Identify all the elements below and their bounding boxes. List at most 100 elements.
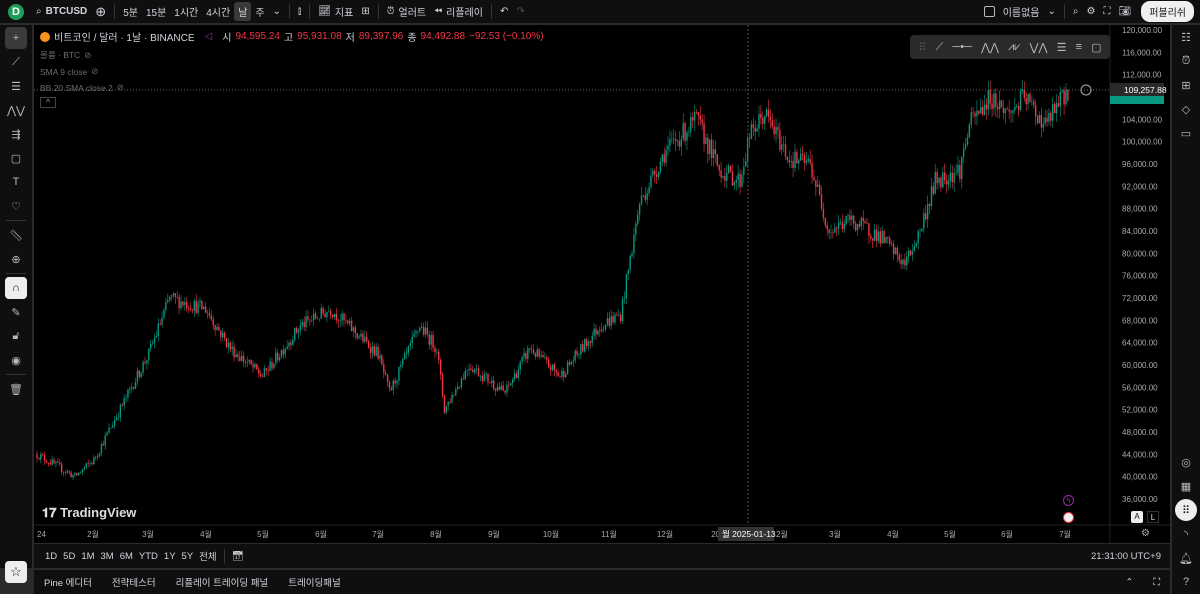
user-avatar[interactable]: D — [8, 3, 24, 20]
alarm-clock-icon[interactable]: ⏰︎ — [1175, 50, 1197, 72]
goto-date-icon[interactable]: 📅︎ — [229, 551, 247, 562]
indicators-button[interactable]: 📈︎ 지표 — [314, 2, 357, 21]
eye-off-icon[interactable]: ⊘ — [117, 82, 124, 93]
candle-body — [330, 311, 332, 315]
interval-1d[interactable]: 날 — [234, 2, 252, 21]
add-list-icon[interactable]: ⊞ — [1175, 74, 1197, 96]
projection-icon: ⇶ — [11, 128, 21, 141]
eye-off-icon[interactable]: ⊘ — [91, 66, 98, 77]
trendline-tool[interactable]: ⟋ — [5, 51, 27, 73]
measure-tool[interactable]: 📏︎ — [5, 224, 27, 246]
settings-button[interactable]: ⚙︎ — [1083, 2, 1100, 21]
candle-body — [788, 160, 791, 163]
range-6m[interactable]: 6M — [117, 551, 136, 562]
candle-body — [311, 320, 313, 321]
quick-search-button[interactable]: ⌕ — [1069, 2, 1083, 21]
maximize-panel-icon[interactable]: ⛶ — [1153, 577, 1160, 588]
log-scale-button[interactable]: L — [1147, 511, 1159, 523]
interval-5m[interactable]: 5분 — [119, 2, 142, 21]
add-alert-plus-icon[interactable] — [1080, 84, 1092, 96]
layout-name-dropdown[interactable]: 이름없음 ⌄ — [999, 2, 1060, 21]
interval-dropdown[interactable]: ⌄ — [269, 2, 285, 21]
interval-4h[interactable]: 4시간 — [202, 2, 234, 21]
favorites-button[interactable]: ☆ — [5, 561, 27, 583]
regression-icon[interactable]: ≡ — [1076, 41, 1082, 53]
clock-timezone[interactable]: 21:31:00 UTC+9 — [1088, 551, 1164, 562]
candle-body — [976, 110, 978, 117]
tab-pine-editor[interactable]: Pine 에디터 — [44, 575, 92, 589]
interval-1h[interactable]: 1시간 — [170, 2, 202, 21]
tab-trading-panel[interactable]: 트레이딩패널 — [288, 575, 340, 589]
symbol-title[interactable]: 비트코인 / 달러 · 1날 · BINANCE — [54, 29, 195, 44]
tab-strategy-tester[interactable]: 전략테스터 — [112, 575, 156, 589]
abcd-pattern-icon[interactable]: ⋁⋀ — [1030, 41, 1048, 54]
fullscreen-button[interactable]: ⛶ — [1099, 2, 1114, 21]
symbol-search[interactable]: ⌕ BTCUSD — [32, 2, 91, 21]
zoom-tool[interactable]: ⊕ — [5, 248, 27, 270]
event-icon[interactable]: ϟ — [1063, 495, 1074, 506]
undo-button[interactable]: ↶ — [496, 2, 512, 21]
candle-body — [904, 259, 906, 266]
horizontal-ray-icon[interactable]: ─•─ — [952, 41, 971, 53]
indicator-bb[interactable]: BB 20 SMA close 2 ⊘ — [40, 82, 544, 93]
redo-button[interactable]: ↷ — [512, 2, 528, 21]
auto-scale-button[interactable]: A — [1131, 511, 1143, 523]
pattern-tool[interactable]: ⋀⋁ — [5, 99, 27, 121]
alert-button[interactable]: ⏰︎ 얼러트 — [383, 2, 430, 21]
head-shoulders-icon[interactable]: ⋀⋀ — [981, 41, 999, 54]
indicator-sma[interactable]: SMA 9 close ⊘ — [40, 66, 544, 77]
stay-in-drawing-mode[interactable]: ✎ — [5, 301, 27, 323]
replay-button[interactable]: ⏪︎ 리플레이 — [430, 2, 487, 21]
hide-drawings[interactable]: ◉ — [5, 349, 27, 371]
layers-icon[interactable]: ◇ — [1175, 98, 1197, 120]
trendline-icon[interactable]: ⟋ — [936, 41, 944, 54]
hotlists-icon[interactable]: ◎ — [1175, 451, 1197, 473]
drag-handle-icon[interactable]: ⠿ — [919, 41, 927, 54]
watchlist-icon[interactable]: ☷ — [1175, 26, 1197, 48]
range-3m[interactable]: 3M — [98, 551, 117, 562]
collapse-legend-button[interactable]: ^ — [40, 97, 56, 108]
candle-body — [621, 299, 624, 322]
chart-pane[interactable]: 120,000.00116,000.00112,000.00108,000.00… — [34, 25, 1170, 543]
eye-off-icon[interactable]: ⊘ — [84, 50, 91, 61]
bell-icon[interactable]: 🔔︎ — [1175, 547, 1197, 569]
compare-add-button[interactable]: ⊕ — [91, 2, 110, 21]
shape-tool[interactable]: ▢ — [5, 147, 27, 169]
expand-panel-icon[interactable]: ⌃ — [1125, 577, 1133, 588]
range-5y[interactable]: 5Y — [179, 551, 197, 562]
layout-checkbox[interactable] — [980, 2, 999, 21]
range-1y[interactable]: 1Y — [161, 551, 179, 562]
calendar-icon[interactable]: ▦ — [1175, 475, 1197, 497]
lock-drawings[interactable]: 🔓︎ — [5, 325, 27, 347]
projection-tool[interactable]: ⇶ — [5, 123, 27, 145]
fib-tool[interactable]: ☰ — [5, 75, 27, 97]
indicator-volume[interactable]: 볼륨 · BTC ⊘ — [40, 49, 544, 61]
elliott-wave-icon[interactable]: ⩘⩗ — [1008, 41, 1020, 54]
chart-type-button[interactable]: ⫾ — [294, 2, 305, 21]
snapshot-button[interactable]: 📷︎ — [1114, 2, 1135, 21]
us-flag-icon[interactable] — [1063, 512, 1074, 523]
signal-icon[interactable]: ◝ — [1175, 523, 1197, 545]
parallel-channel-icon[interactable]: ☰ — [1057, 41, 1067, 54]
help-icon[interactable]: ? — [1175, 571, 1197, 593]
crosshair-tool[interactable]: + — [5, 27, 27, 49]
rectangle-icon[interactable]: ▢ — [1091, 41, 1101, 54]
candle-body — [358, 336, 360, 338]
range-ytd[interactable]: YTD — [136, 551, 161, 562]
magnet-tool[interactable]: ∩ — [5, 277, 27, 299]
range-1d[interactable]: 1D — [42, 551, 60, 562]
templates-button[interactable]: ⊞ — [357, 2, 373, 21]
tab-replay-trading-panel[interactable]: 리플레이 트레이딩 패널 — [176, 575, 269, 589]
interval-1w[interactable]: 주 — [251, 2, 268, 21]
interval-15m[interactable]: 15분 — [142, 2, 170, 21]
icon-tool[interactable]: ♡ — [5, 195, 27, 217]
range-1m[interactable]: 1M — [78, 551, 97, 562]
chat-icon[interactable]: ▭ — [1175, 122, 1197, 144]
range-5d[interactable]: 5D — [60, 551, 78, 562]
range-all[interactable]: 전체 — [196, 549, 219, 563]
remove-drawings[interactable]: 🗑︎ — [5, 378, 27, 400]
text-tool[interactable]: T — [5, 171, 27, 193]
apps-grid-icon[interactable]: ⠿ — [1175, 499, 1197, 521]
axis-settings-icon[interactable]: ⚙︎ — [1141, 528, 1150, 539]
publish-button[interactable]: 퍼블리쉬 — [1141, 1, 1194, 22]
